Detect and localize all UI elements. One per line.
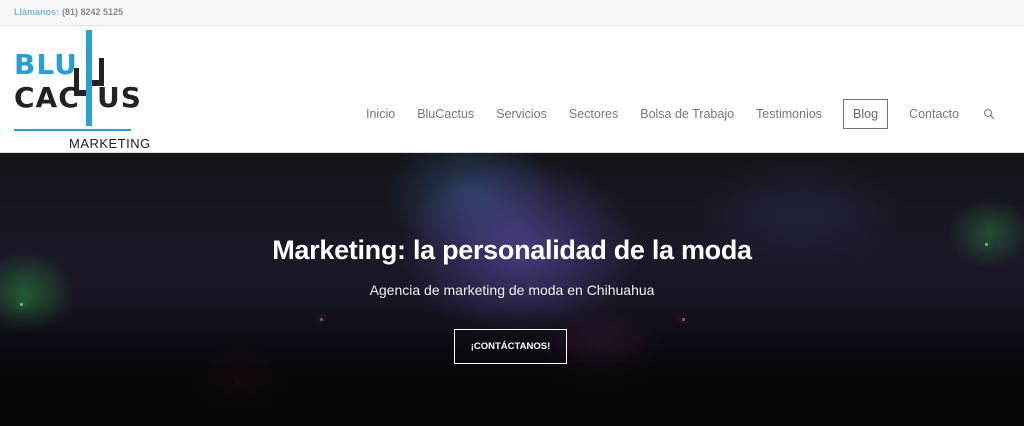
nav-item-blog[interactable]: Blog (843, 99, 889, 129)
logo-tagline: MARKETING (69, 136, 151, 151)
logo-cac-text: CAC (14, 81, 80, 114)
nav-item-contacto[interactable]: Contacto (909, 107, 959, 121)
nav-item-servicios[interactable]: Servicios (496, 107, 547, 121)
nav-item-sectores[interactable]: Sectores (569, 107, 618, 121)
call-label: Llámanos: (14, 7, 60, 17)
search-icon[interactable] (983, 108, 995, 120)
hero-banner: Marketing: la personalidad de la moda Ag… (0, 153, 1024, 426)
blucactus-logo[interactable]: BLU CAC US MARKETING (14, 26, 150, 152)
nav-item-bolsa-de-trabajo[interactable]: Bolsa de Trabajo (640, 107, 734, 121)
phone-number[interactable]: (81) 8242 5125 (62, 7, 123, 17)
main-nav: Inicio BluCactus Servicios Sectores Bols… (366, 99, 995, 129)
site-header: BLU CAC US MARKETING Inicio BluCactus Se… (0, 26, 1024, 153)
hero-title: Marketing: la personalidad de la moda (272, 235, 752, 265)
logo-blu-text: BLU (14, 48, 78, 81)
contact-us-button[interactable]: ¡CONTÁCTANOS! (454, 329, 567, 364)
nav-item-testimonios[interactable]: Testimonios (756, 107, 822, 121)
top-contact-bar: Llámanos: (81) 8242 5125 (0, 0, 1024, 26)
nav-item-inicio[interactable]: Inicio (366, 107, 395, 121)
nav-item-blucactus[interactable]: BluCactus (417, 107, 474, 121)
logo-us-text: US (97, 81, 142, 114)
crowd-silhouette (0, 306, 1024, 426)
logo-divider (14, 129, 131, 131)
hero-subtitle: Agencia de marketing de moda en Chihuahu… (369, 282, 655, 298)
